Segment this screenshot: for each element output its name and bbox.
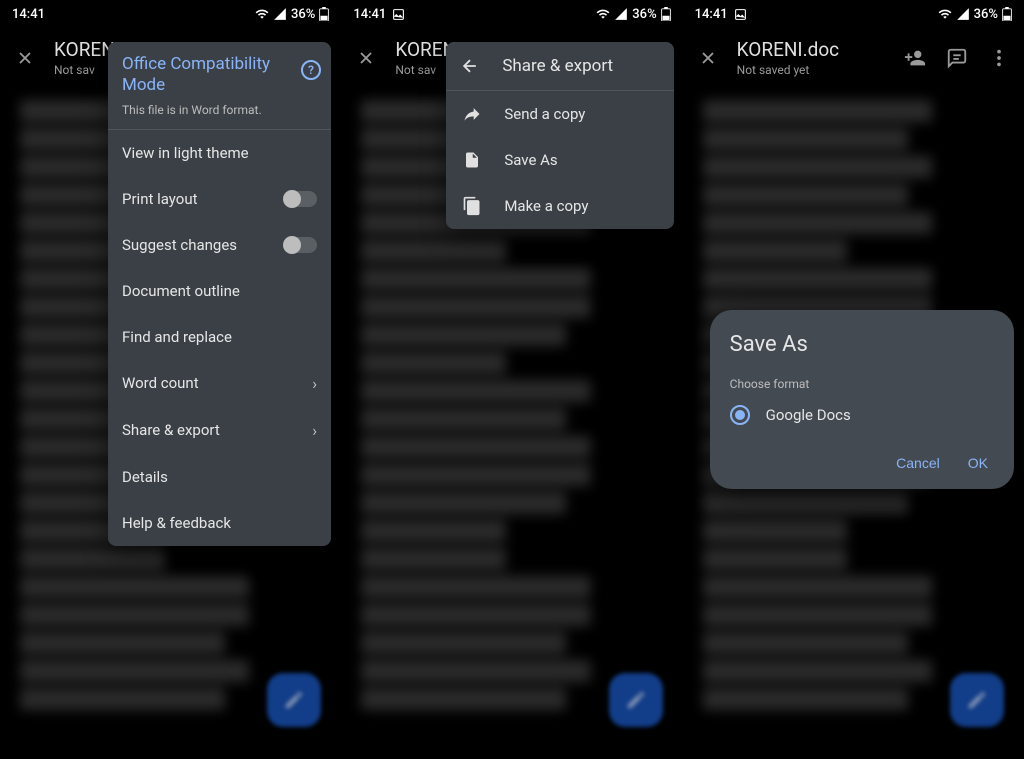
menu-item-word-count[interactable]: Word count › — [108, 360, 331, 407]
menu-item-help-feedback[interactable]: Help & feedback — [108, 500, 331, 546]
menu-item-details[interactable]: Details — [108, 454, 331, 500]
menu-header: Office Compatibility Mode ? This file is… — [108, 42, 331, 130]
overflow-menu: Office Compatibility Mode ? This file is… — [108, 42, 331, 546]
menu-item-share-export[interactable]: Share & export › — [108, 407, 331, 454]
menu-label: Send a copy — [504, 105, 585, 123]
back-arrow-icon[interactable] — [460, 56, 480, 76]
menu-item-make-copy[interactable]: Make a copy — [446, 183, 674, 229]
menu-label: Suggest changes — [122, 236, 237, 254]
submenu-header: Share & export — [446, 42, 674, 91]
radio-selected-icon[interactable] — [730, 405, 750, 425]
compat-mode-title: Office Compatibility Mode — [122, 54, 317, 97]
menu-label: Share & export — [122, 421, 220, 439]
menu-label: Save As — [504, 151, 557, 169]
menu-item-print-layout[interactable]: Print layout — [108, 176, 331, 222]
menu-label: Make a copy — [504, 197, 588, 215]
menu-item-suggest-changes[interactable]: Suggest changes — [108, 222, 331, 268]
submenu-title: Share & export — [502, 56, 613, 76]
share-export-menu: Share & export Send a copy Save As Make … — [446, 42, 674, 229]
share-arrow-icon — [462, 104, 482, 124]
menu-label: Document outline — [122, 282, 240, 300]
menu-item-doc-outline[interactable]: Document outline — [108, 268, 331, 314]
menu-label: Help & feedback — [122, 514, 231, 532]
menu-item-save-as[interactable]: Save As — [446, 137, 674, 183]
file-icon — [462, 150, 482, 170]
chevron-right-icon: › — [312, 421, 317, 440]
ok-button[interactable]: OK — [968, 455, 988, 471]
suggest-changes-toggle[interactable] — [285, 237, 317, 253]
menu-label: Find and replace — [122, 328, 232, 346]
format-option-row[interactable]: Google Docs — [730, 405, 994, 425]
dialog-label: Choose format — [730, 377, 994, 391]
screenshot-pane-3: 14:41 36% KORENI.doc Not saved yet — [683, 0, 1024, 759]
menu-label: Word count — [122, 374, 199, 392]
menu-label: Details — [122, 468, 168, 486]
menu-label: View in light theme — [122, 144, 249, 162]
copy-icon — [462, 196, 482, 216]
save-as-dialog: Save As Choose format Google Docs Cancel… — [710, 310, 1014, 489]
dialog-title: Save As — [730, 332, 994, 357]
menu-label: Print layout — [122, 190, 198, 208]
screenshot-pane-2: 14:41 36% KOREN Not sav — [341, 0, 682, 759]
help-icon[interactable]: ? — [301, 60, 321, 80]
menu-item-find-replace[interactable]: Find and replace — [108, 314, 331, 360]
screenshot-pane-1: 14:41 36% KOREN Not sav — [0, 0, 341, 759]
compat-mode-subtitle: This file is in Word format. — [122, 103, 317, 117]
cancel-button[interactable]: Cancel — [896, 455, 940, 471]
menu-item-view-light[interactable]: View in light theme — [108, 130, 331, 176]
menu-item-send-copy[interactable]: Send a copy — [446, 91, 674, 137]
format-label: Google Docs — [766, 406, 851, 424]
chevron-right-icon: › — [312, 374, 317, 393]
print-layout-toggle[interactable] — [285, 191, 317, 207]
